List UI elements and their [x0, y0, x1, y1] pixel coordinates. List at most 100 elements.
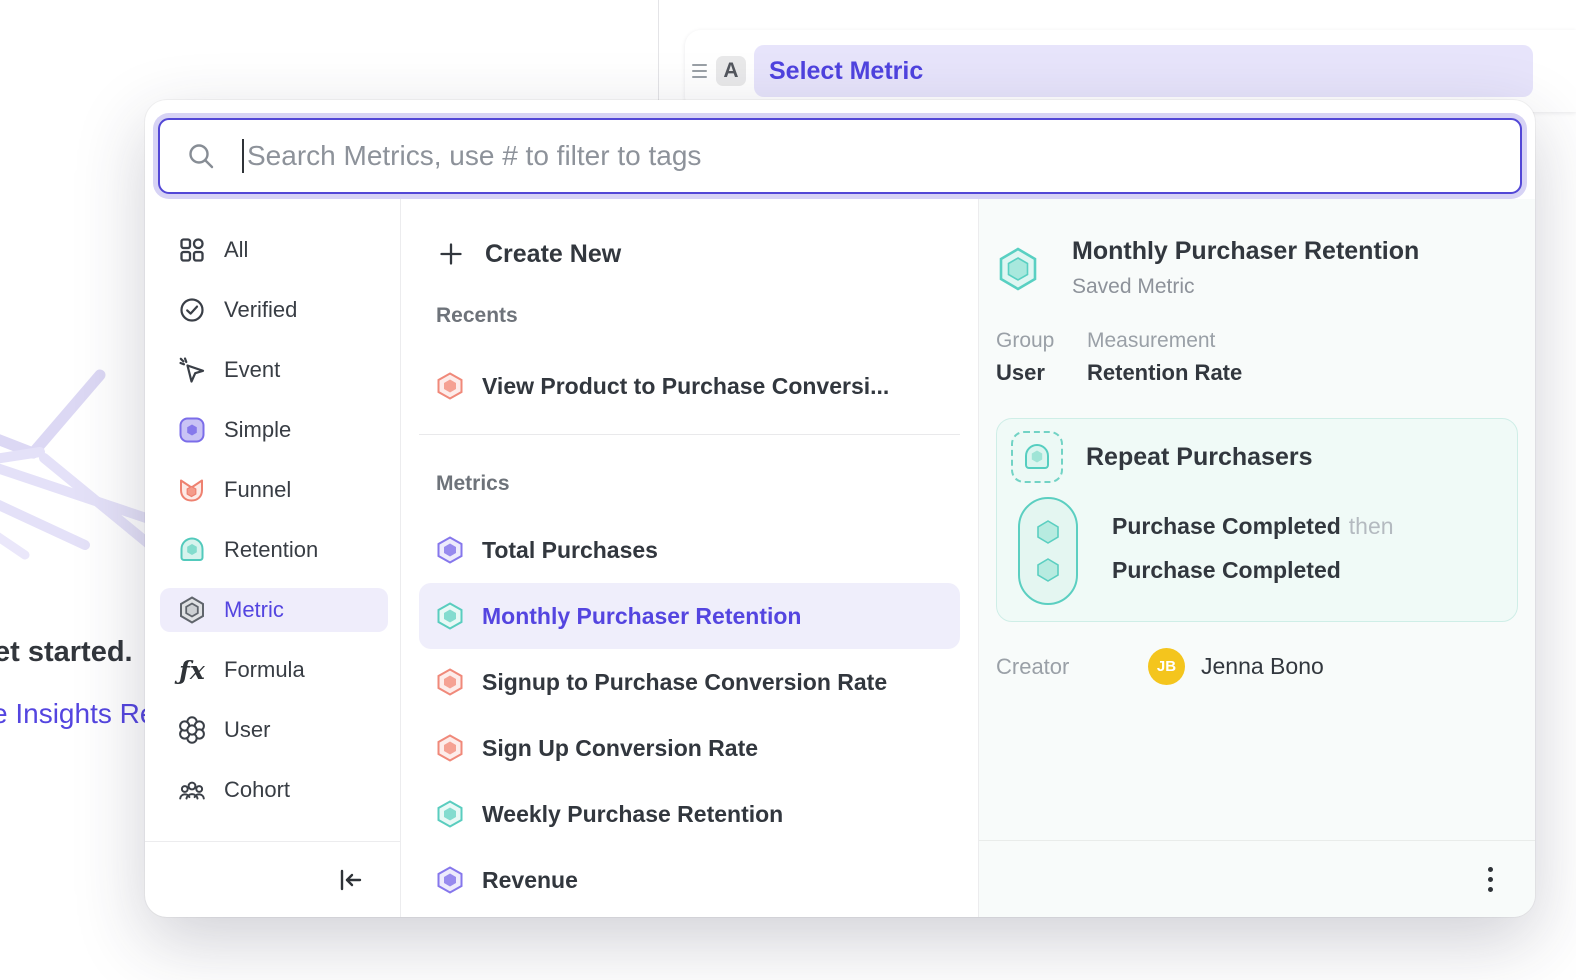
- metric-list-panel: Create New Recents View Product to Purch…: [401, 199, 978, 917]
- metric-item-label: Sign Up Conversion Rate: [482, 735, 758, 762]
- recents-header: Recents: [419, 304, 960, 330]
- creator-name: Jenna Bono: [1201, 653, 1324, 680]
- metric-item-label: Revenue: [482, 867, 578, 894]
- retention-arch-icon: [1022, 442, 1052, 472]
- creator-label: Creator: [996, 654, 1148, 680]
- sidebar-item-funnel[interactable]: Funnel: [160, 468, 388, 512]
- cohort-step-1: Purchase Completedthen: [1112, 513, 1394, 540]
- search-icon: [186, 141, 216, 171]
- metric-details-panel: Monthly Purchaser Retention Saved Metric…: [978, 199, 1535, 917]
- series-letter-badge: A: [716, 56, 746, 86]
- background-column-divider: [658, 0, 659, 100]
- sidebar-item-simple[interactable]: Simple: [160, 408, 388, 452]
- cohort-step-2: Purchase Completed: [1112, 557, 1394, 584]
- formula-icon: ƒx: [178, 656, 206, 684]
- sidebar-item-label: Retention: [224, 537, 318, 563]
- select-metric-button[interactable]: Select Metric: [754, 45, 1533, 97]
- metric-item-label: Monthly Purchaser Retention: [482, 603, 801, 630]
- repeat-purchasers-card: Repeat Purchasers Purchase Completedthen: [996, 418, 1518, 622]
- collapse-left-icon[interactable]: [338, 867, 364, 893]
- background-heading-cutoff: et started.: [0, 636, 133, 669]
- sidebar-item-all[interactable]: All: [160, 228, 388, 272]
- cohort-dashed-box: [1011, 431, 1063, 483]
- metric-item-total-purchases[interactable]: Total Purchases: [419, 517, 960, 583]
- sidebar-item-label: Cohort: [224, 777, 290, 803]
- teal-hexagon-icon: [436, 800, 464, 828]
- recent-metric-item[interactable]: View Product to Purchase Conversi...: [419, 353, 960, 419]
- metric-list: Total Purchases Monthly Purchaser Retent…: [419, 517, 960, 913]
- sidebar-item-label: Metric: [224, 597, 284, 623]
- details-header: Monthly Purchaser Retention Saved Metric: [996, 237, 1518, 299]
- group-value: User: [996, 360, 1062, 386]
- small-hexagon-icon: [1035, 519, 1061, 545]
- metric-item-monthly-purchaser-retention[interactable]: Monthly Purchaser Retention: [419, 583, 960, 649]
- sidebar-item-label: All: [224, 237, 248, 263]
- teal-hexagon-icon-large: [996, 247, 1040, 291]
- sidebar-item-label: User: [224, 717, 270, 743]
- filter-sidebar: All Verified: [145, 199, 401, 917]
- cohort-title: Repeat Purchasers: [1086, 443, 1313, 472]
- details-meta: Group User Measurement Retention Rate: [996, 329, 1518, 386]
- sidebar-item-label: Verified: [224, 297, 297, 323]
- list-divider: [419, 434, 960, 435]
- event-sequence-capsule: [1018, 497, 1078, 605]
- user-cluster-icon: [178, 716, 206, 744]
- cohort-icon: [178, 776, 206, 804]
- details-footer: [979, 840, 1535, 917]
- kebab-menu-icon[interactable]: [1488, 867, 1493, 892]
- sidebar-footer: [145, 841, 400, 917]
- measurement-label: Measurement: [1087, 329, 1242, 353]
- background-insights-link-cutoff[interactable]: e Insights Re: [0, 698, 155, 730]
- sidebar-item-metric[interactable]: Metric: [160, 588, 388, 632]
- plus-icon: [437, 240, 465, 268]
- background-line-art: [0, 360, 150, 590]
- sidebar-item-verified[interactable]: Verified: [160, 288, 388, 332]
- search-focus-ring: Search Metrics, use # to filter to tags: [153, 113, 1527, 199]
- creator-row: Creator JB Jenna Bono: [996, 648, 1518, 685]
- search-input[interactable]: Search Metrics, use # to filter to tags: [158, 118, 1522, 194]
- simple-hexagon-icon: [178, 416, 206, 444]
- grid-icon: [178, 236, 206, 264]
- coral-hexagon-icon: [436, 734, 464, 762]
- text-cursor: [242, 139, 244, 173]
- metrics-header: Metrics: [419, 472, 960, 498]
- metric-hexagon-icon: [178, 596, 206, 624]
- create-new-button[interactable]: Create New: [419, 232, 960, 276]
- measurement-value: Retention Rate: [1087, 360, 1242, 386]
- step-connector: then: [1349, 513, 1394, 539]
- retention-arch-icon: [178, 536, 206, 564]
- sidebar-item-formula[interactable]: ƒx Formula: [160, 648, 388, 692]
- metric-item-revenue[interactable]: Revenue: [419, 847, 960, 913]
- metric-item-label: Weekly Purchase Retention: [482, 801, 783, 828]
- metric-item-signup-to-purchase-conversion-rate[interactable]: Signup to Purchase Conversion Rate: [419, 649, 960, 715]
- metric-item-label: Signup to Purchase Conversion Rate: [482, 669, 887, 696]
- metric-item-label: Total Purchases: [482, 537, 658, 564]
- verified-badge-icon: [178, 296, 206, 324]
- coral-hexagon-icon: [436, 668, 464, 696]
- small-hexagon-icon: [1035, 557, 1061, 583]
- sidebar-item-retention[interactable]: Retention: [160, 528, 388, 572]
- purple-hexagon-icon: [436, 866, 464, 894]
- details-subtitle: Saved Metric: [1072, 275, 1419, 299]
- sidebar-item-label: Formula: [224, 657, 305, 683]
- sidebar-item-user[interactable]: User: [160, 708, 388, 752]
- group-label: Group: [996, 329, 1062, 353]
- sidebar-item-label: Funnel: [224, 477, 291, 503]
- search-placeholder: Search Metrics, use # to filter to tags: [247, 140, 701, 172]
- recent-item-label: View Product to Purchase Conversi...: [482, 373, 889, 400]
- sidebar-item-label: Simple: [224, 417, 291, 443]
- creator-avatar: JB: [1148, 648, 1185, 685]
- drag-handle-icon[interactable]: [692, 64, 707, 78]
- sidebar-item-cohort[interactable]: Cohort: [160, 768, 388, 812]
- details-title: Monthly Purchaser Retention: [1072, 237, 1419, 266]
- metric-item-sign-up-conversion-rate[interactable]: Sign Up Conversion Rate: [419, 715, 960, 781]
- purple-hexagon-icon: [436, 536, 464, 564]
- metric-item-weekly-purchase-retention[interactable]: Weekly Purchase Retention: [419, 781, 960, 847]
- funnel-icon: [178, 476, 206, 504]
- teal-hexagon-icon: [436, 602, 464, 630]
- metric-picker-modal: Search Metrics, use # to filter to tags …: [145, 100, 1535, 917]
- coral-hexagon-icon: [436, 372, 464, 400]
- cursor-click-icon: [178, 356, 206, 384]
- sidebar-item-event[interactable]: Event: [160, 348, 388, 392]
- sidebar-item-label: Event: [224, 357, 280, 383]
